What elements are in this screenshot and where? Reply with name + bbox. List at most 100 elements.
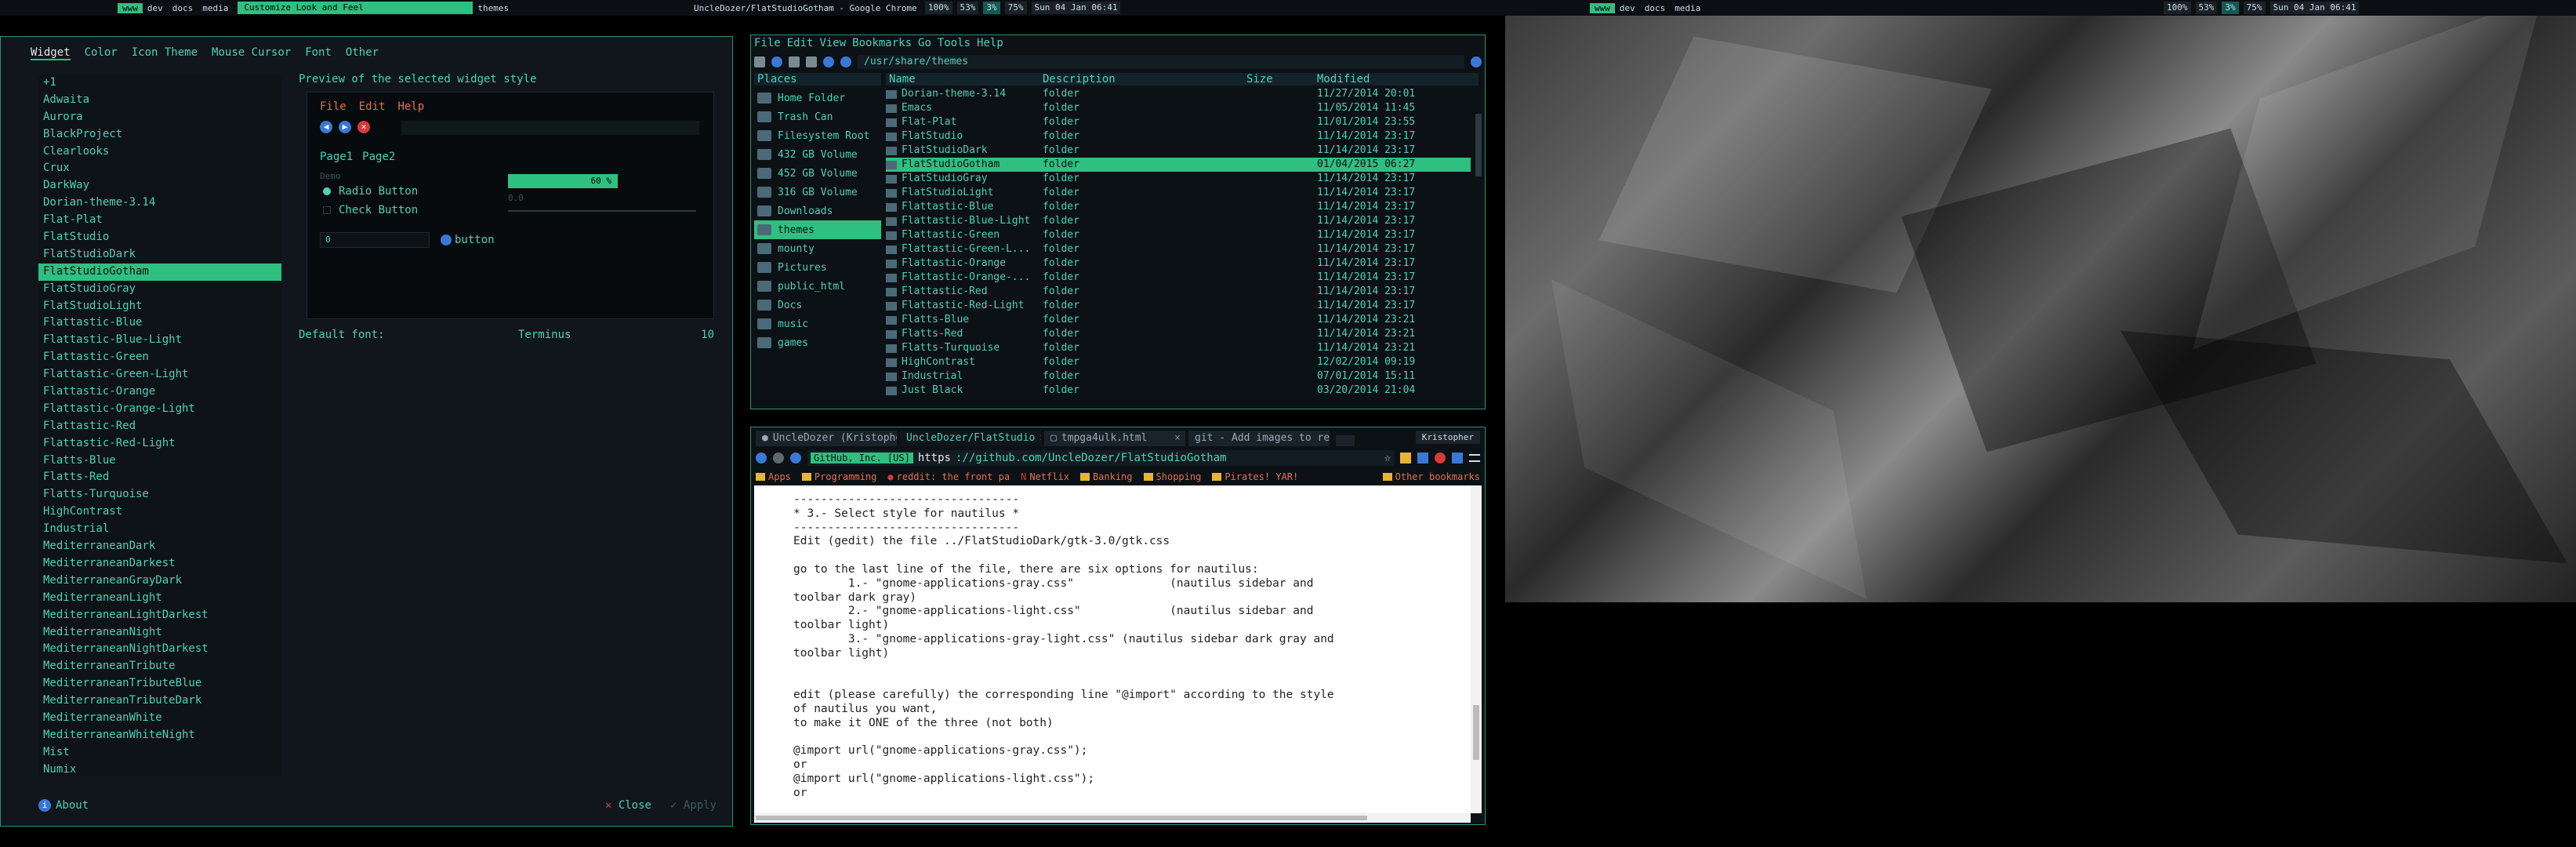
apply-button[interactable]: ✓ Apply bbox=[670, 799, 717, 812]
file-row[interactable]: FlatStudioDark folder 11/14/2014 23:17 bbox=[886, 144, 1471, 158]
fm-menu-edit[interactable]: Edit bbox=[787, 37, 814, 49]
column-modified[interactable]: Modified bbox=[1317, 73, 1478, 85]
theme-list-item[interactable]: MediterraneanTribute bbox=[38, 658, 281, 675]
places-item[interactable]: 432 GB Volume bbox=[754, 145, 881, 164]
page-horizontal-scrollbar[interactable] bbox=[754, 813, 1471, 823]
file-row[interactable]: Flatts-Blue folder 11/14/2014 23:21 bbox=[886, 313, 1471, 327]
theme-list-item[interactable]: DarkWay bbox=[38, 177, 281, 194]
taskbar-active-task[interactable]: Customize Look and Feel bbox=[238, 2, 473, 14]
theme-list-item[interactable]: Clearlooks bbox=[38, 144, 281, 161]
volume-indicator[interactable]: 100% bbox=[925, 2, 952, 14]
preview-tab-page1[interactable]: Page1 bbox=[320, 151, 353, 163]
forward-icon[interactable] bbox=[773, 453, 784, 463]
browser-tab[interactable]: ●UncleDozer (Kristopher)× bbox=[756, 431, 897, 446]
theme-list-item[interactable]: Numix bbox=[38, 762, 281, 776]
places-item[interactable]: Downloads bbox=[754, 202, 881, 220]
theme-list-item[interactable]: MediterraneanDark bbox=[38, 538, 281, 555]
tab-widget[interactable]: Widget bbox=[31, 46, 71, 60]
column-size[interactable]: Size bbox=[1246, 73, 1317, 85]
file-row[interactable]: Flattastic-Orange folder 11/14/2014 23:17 bbox=[886, 256, 1471, 271]
workspace-dev[interactable]: dev bbox=[1615, 3, 1640, 13]
browser-tab[interactable]: UncleDozer/FlatStudio× bbox=[900, 431, 1041, 446]
theme-list-item[interactable]: MediterraneanTributeDark bbox=[38, 693, 281, 710]
close-tab-icon[interactable]: × bbox=[1174, 431, 1185, 446]
theme-list-item[interactable]: MediterraneanWhite bbox=[38, 710, 281, 727]
theme-list-item[interactable]: Flattastic-Red bbox=[38, 418, 281, 435]
theme-list-item[interactable]: Flattastic-Green bbox=[38, 349, 281, 366]
workspace-www[interactable]: www bbox=[118, 2, 143, 13]
workspace-media[interactable]: media bbox=[198, 3, 233, 13]
back-icon[interactable] bbox=[756, 453, 767, 463]
file-row[interactable]: Flatts-Red folder 11/14/2014 23:21 bbox=[886, 327, 1471, 341]
theme-list-item[interactable]: FlatStudioGray bbox=[38, 281, 281, 298]
bookmark-folder[interactable]: Shopping bbox=[1143, 471, 1201, 482]
preview-spin-button[interactable]: 0 bbox=[320, 232, 430, 248]
file-row[interactable]: FlatStudioGray folder 11/14/2014 23:17 bbox=[886, 172, 1471, 186]
places-item[interactable]: Trash Can bbox=[754, 107, 881, 126]
places-item[interactable]: 316 GB Volume bbox=[754, 183, 881, 202]
bookmark-link[interactable]: N Netflix bbox=[1021, 471, 1069, 482]
file-row[interactable]: Industrial folder 07/01/2014 15:11 bbox=[886, 369, 1471, 384]
file-row[interactable]: HighContrast folder 12/02/2014 09:19 bbox=[886, 355, 1471, 369]
theme-list-item[interactable]: Flatts-Turquoise bbox=[38, 486, 281, 503]
profile-button[interactable]: Kristopher bbox=[1415, 431, 1480, 444]
workspace-media[interactable]: media bbox=[1670, 3, 1705, 13]
fm-menu-tools[interactable]: Tools bbox=[938, 37, 971, 49]
default-font-button[interactable]: Terminus bbox=[518, 329, 691, 341]
fm-menu-go[interactable]: Go bbox=[918, 37, 931, 49]
tab-font[interactable]: Font bbox=[305, 46, 332, 60]
places-item[interactable]: 452 GB Volume bbox=[754, 164, 881, 183]
file-row[interactable]: Flattastic-Green folder 11/14/2014 23:17 bbox=[886, 228, 1471, 242]
theme-list-item[interactable]: FlatStudio bbox=[38, 229, 281, 246]
preview-menu-edit[interactable]: Edit bbox=[359, 100, 386, 113]
column-name[interactable]: Name bbox=[886, 73, 1043, 85]
file-row[interactable]: Emacs folder 11/05/2014 11:45 bbox=[886, 101, 1471, 115]
other-bookmarks[interactable]: Other bookmarks bbox=[1382, 471, 1485, 482]
fm-menu-file[interactable]: File bbox=[754, 37, 781, 49]
preview-menu-help[interactable]: Help bbox=[397, 100, 424, 113]
tab-mouse-cursor[interactable]: Mouse Cursor bbox=[212, 46, 291, 60]
location-bar[interactable]: /usr/share/themes bbox=[858, 55, 1464, 69]
reload-icon[interactable] bbox=[790, 453, 801, 463]
theme-list-item[interactable]: FlatStudioLight bbox=[38, 298, 281, 315]
places-item[interactable]: music bbox=[754, 314, 881, 333]
preview-slider[interactable] bbox=[508, 210, 696, 212]
theme-list-item[interactable]: Adwaita bbox=[38, 92, 281, 109]
preview-button[interactable]: button bbox=[441, 234, 495, 246]
places-header[interactable]: Places bbox=[754, 73, 881, 85]
up-icon[interactable] bbox=[823, 56, 834, 67]
fm-menu-help[interactable]: Help bbox=[977, 37, 1003, 49]
file-row[interactable]: Flat-Plat folder 11/01/2014 23:55 bbox=[886, 115, 1471, 129]
menu-icon[interactable] bbox=[1469, 454, 1480, 462]
theme-list-item[interactable]: Flatts-Blue bbox=[38, 453, 281, 470]
theme-list-item[interactable]: FlatStudioDark bbox=[38, 246, 281, 264]
bookmark-folder[interactable]: Pirates! YAR! bbox=[1212, 471, 1298, 482]
file-row[interactable]: Flattastic-Blue-Light folder 11/14/2014 23… bbox=[886, 214, 1471, 228]
workspace-docs[interactable]: docs bbox=[1640, 3, 1671, 13]
clock[interactable]: Sun 04 Jan 06:41 bbox=[2269, 2, 2360, 14]
taskbar-task-themes[interactable]: themes bbox=[473, 3, 513, 13]
theme-list-item[interactable]: MediterraneanDarkest bbox=[38, 555, 281, 573]
places-item[interactable]: mounty bbox=[754, 239, 881, 258]
theme-list-item[interactable]: Flattastic-Orange bbox=[38, 384, 281, 401]
go-icon[interactable] bbox=[1471, 56, 1482, 67]
extension-icon[interactable] bbox=[1400, 453, 1411, 463]
file-row[interactable]: Just Black folder 03/20/2014 21:04 bbox=[886, 384, 1471, 396]
browser-tab[interactable]: git - Add images to rea× bbox=[1188, 431, 1330, 446]
fm-menu-bookmarks[interactable]: Bookmarks bbox=[852, 37, 912, 49]
ev-certificate-badge[interactable]: GitHub, Inc. [US] bbox=[811, 453, 913, 463]
omnibox[interactable]: GitHub, Inc. [US] https://github.com/Unc… bbox=[807, 450, 1394, 466]
close-button[interactable]: ✕ Close bbox=[605, 799, 651, 812]
places-item[interactable]: public_html bbox=[754, 277, 881, 296]
theme-list-item[interactable]: Flat-Plat bbox=[38, 212, 281, 229]
theme-list-item[interactable]: MediterraneanNight bbox=[38, 624, 281, 642]
back-icon[interactable]: ◀ bbox=[320, 121, 332, 133]
preview-menu-file[interactable]: File bbox=[320, 100, 346, 113]
preview-check-button[interactable]: Check Button bbox=[323, 204, 418, 216]
file-list-scrollbar[interactable] bbox=[1475, 114, 1482, 176]
file-row[interactable]: Flatts-Turquoise folder 11/14/2014 23:21 bbox=[886, 341, 1471, 355]
forward-icon[interactable] bbox=[806, 56, 817, 67]
about-button[interactable]: i About bbox=[38, 799, 89, 812]
scrollbar-thumb[interactable] bbox=[756, 816, 1367, 820]
theme-list-item[interactable]: MediterraneanNightDarkest bbox=[38, 641, 281, 658]
